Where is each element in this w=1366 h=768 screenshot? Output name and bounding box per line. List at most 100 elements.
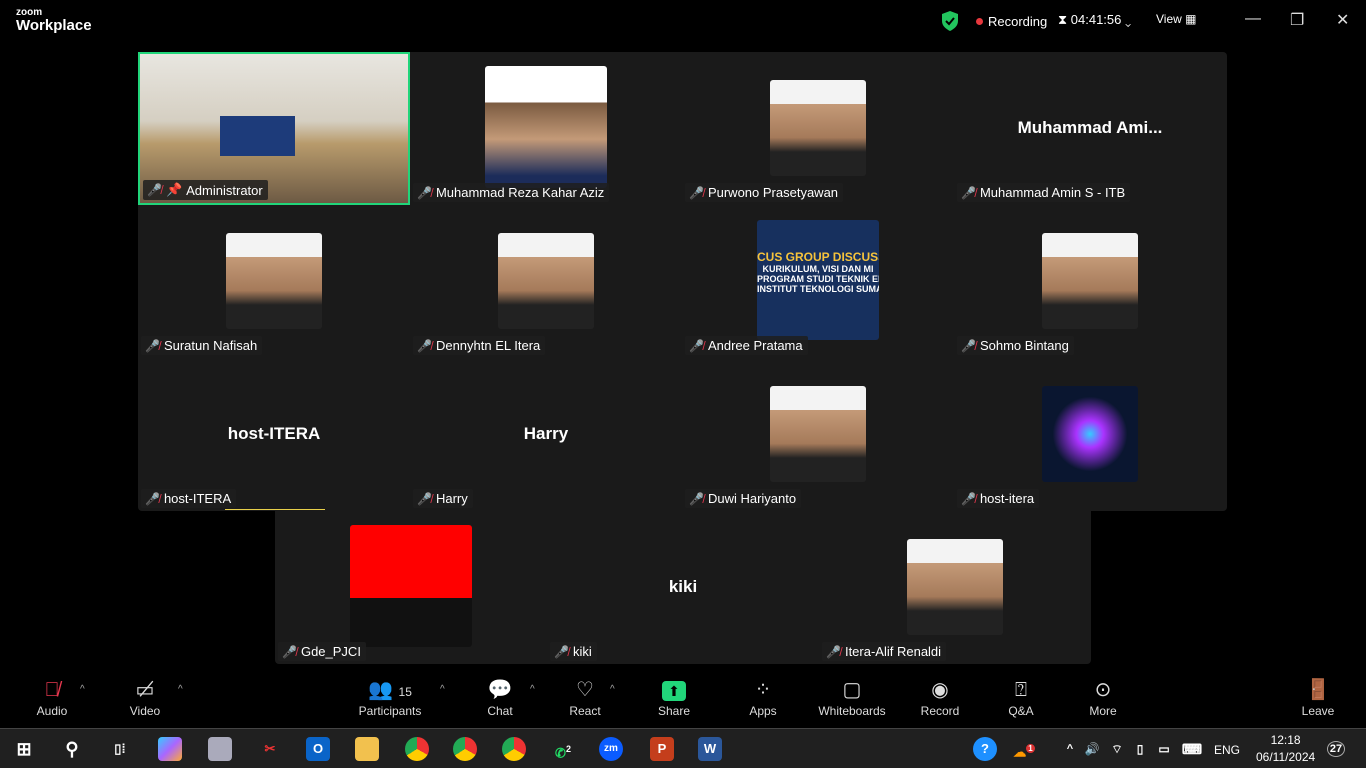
name-label: 🎤̸ Harry <box>413 489 473 508</box>
hourglass-icon: ⧗ <box>1058 12 1068 27</box>
name-label: 🎤̸ Purwono Prasetyawan <box>685 183 844 202</box>
participant-tile[interactable]: 🎤̸ host-itera <box>954 358 1226 511</box>
participant-tile[interactable]: 🎤̸ Muhammad Reza Kahar Aziz <box>410 52 682 205</box>
participant-name: kiki <box>572 644 592 659</box>
encryption-shield-icon[interactable] <box>941 11 959 31</box>
title-bar: zoom Workplace Recording ⧗ 04:41:56 ⌄ Vie… <box>0 0 1366 44</box>
task-view-icon[interactable]: ▯⁞ <box>108 737 132 761</box>
participant-tile[interactable]: 🎤̸ Dennyhtn EL Itera <box>410 205 682 358</box>
participant-tile[interactable]: 🎤̸ Sohmo Bintang <box>954 205 1226 358</box>
battery-icon[interactable]: ▭ <box>1152 737 1176 761</box>
camera-icon[interactable]: ▯ <box>1128 737 1152 761</box>
powerpoint-icon[interactable]: P <box>650 737 674 761</box>
name-label: 🎤̸ host-itera <box>957 489 1040 508</box>
notifications-icon[interactable]: 27 <box>1324 737 1348 761</box>
gallery-grid-row-2: 🎤̸ Gde_PJCI kiki 🎤̸ kiki 🎤̸ Itera-Alif Renaldi <box>275 511 1091 664</box>
video-button[interactable]: ▭̸ Video <box>130 678 160 718</box>
apps-button[interactable]: ⁘ Apps <box>749 678 776 718</box>
record-icon: ◉ <box>931 679 949 701</box>
participant-tile[interactable]: 🎤̸ Itera-Alif Renaldi <box>819 511 1091 664</box>
poster-text: KURIKULUM, VISI DAN MI <box>762 264 874 274</box>
chat-options-caret[interactable]: ^ <box>530 684 535 695</box>
profile-picture <box>907 539 1003 635</box>
chrome-profile-1-icon[interactable] <box>405 737 429 761</box>
participant-tile[interactable]: Muhammad Ami... 🎤̸ Muhammad Amin S - ITB <box>954 52 1226 205</box>
participant-tile[interactable]: host-ITERA 🎤̸ host-ITERA <box>138 358 410 511</box>
muted-microphone-icon: 🎤̸ <box>147 183 162 197</box>
leave-door-icon: 🚪 <box>1305 679 1331 701</box>
participant-name: Gde_PJCI <box>300 644 361 659</box>
windows-start-icon[interactable]: ⊞ <box>12 737 36 761</box>
participant-name: Sohmo Bintang <box>979 338 1069 353</box>
participant-tile[interactable]: 🎤̸ Gde_PJCI <box>275 511 547 664</box>
audio-options-caret[interactable]: ^ <box>80 684 85 695</box>
whatsapp-icon[interactable]: ✆2 <box>551 737 575 761</box>
participant-tile[interactable]: CUS GROUP DISCUSS KURIKULUM, VISI DAN MI P… <box>682 205 954 358</box>
tray-chevron-icon[interactable]: ^ <box>1058 737 1082 761</box>
profile-picture: CUS GROUP DISCUSS KURIKULUM, VISI DAN MI P… <box>757 220 879 340</box>
name-label: 🎤̸ Suratun Nafisah <box>141 336 263 355</box>
copilot-icon[interactable] <box>158 737 182 761</box>
outlook-icon[interactable]: O <box>306 737 330 761</box>
gallery-grid: 🎤̸ 📌 Administrator 🎤̸ Muhammad Reza Kahar Az… <box>138 52 1227 511</box>
share-button[interactable]: ⬆ Share <box>658 678 690 718</box>
close-button[interactable]: ✕ <box>1336 10 1349 30</box>
chat-button[interactable]: 💬 Chat <box>487 678 512 718</box>
participants-options-caret[interactable]: ^ <box>440 684 445 695</box>
participant-tile[interactable]: 🎤̸ Purwono Prasetyawan <box>682 52 954 205</box>
performance-monitor-icon[interactable] <box>208 737 232 761</box>
chrome-profile-2-icon[interactable] <box>453 737 477 761</box>
participant-name: host-ITERA <box>163 491 232 506</box>
word-icon[interactable]: W <box>698 737 722 761</box>
view-button[interactable]: View ▦ <box>1156 12 1196 26</box>
whiteboards-button[interactable]: ▢ Whiteboards <box>818 678 885 718</box>
name-label: 🎤̸ Duwi Hariyanto <box>685 489 802 508</box>
profile-picture <box>770 386 866 482</box>
speaker-icon[interactable]: 🔊 <box>1080 737 1104 761</box>
chevron-down-icon: ⌄ <box>1125 12 1132 27</box>
audio-button[interactable]: 🎙̸ Audio <box>37 678 68 718</box>
participant-name: Andree Pratama <box>707 338 803 353</box>
participants-button[interactable]: 👥 15 Participants <box>359 678 422 718</box>
more-button[interactable]: ⊙ More <box>1089 678 1116 718</box>
participant-tile[interactable]: 🎤̸ Duwi Hariyanto <box>682 358 954 511</box>
participant-name: Muhammad Reza Kahar Aziz <box>435 185 605 200</box>
participant-name: Harry <box>435 491 468 506</box>
profile-picture <box>350 525 472 647</box>
chrome-profile-3-icon[interactable] <box>502 737 526 761</box>
react-button[interactable]: ♡ React <box>569 678 600 718</box>
language-indicator[interactable]: ENG <box>1212 738 1242 762</box>
file-explorer-icon[interactable] <box>355 737 379 761</box>
participant-tile[interactable]: 🎤̸ Suratun Nafisah <box>138 205 410 358</box>
apps-icon: ⁘ <box>754 679 772 701</box>
snipping-tool-icon[interactable]: ✂ <box>258 737 282 761</box>
qa-button[interactable]: ⍰ Q&A <box>1008 678 1033 718</box>
leave-button[interactable]: 🚪 Leave <box>1302 678 1335 718</box>
participant-name: Administrator <box>186 182 263 198</box>
participant-name: Muhammad Amin S - ITB <box>979 185 1126 200</box>
wifi-icon[interactable]: ⌔ <box>1105 737 1129 761</box>
poster-text: INSTITUT TEKNOLOGI SUMATERA <box>757 284 879 294</box>
zoom-taskbar-icon[interactable]: zm <box>599 737 623 761</box>
poster-text: CUS GROUP DISCUSS <box>757 250 879 264</box>
react-options-caret[interactable]: ^ <box>610 684 615 695</box>
help-icon[interactable]: ? <box>973 737 997 761</box>
name-label: 🎤̸ Muhammad Reza Kahar Aziz <box>413 183 610 202</box>
record-button[interactable]: ◉ Record <box>921 678 960 718</box>
participant-tile[interactable]: Harry 🎤̸ Harry <box>410 358 682 511</box>
weather-icon[interactable]: ☁ 1 <box>1012 737 1036 761</box>
participant-tile[interactable]: 🎤̸ 📌 Administrator <box>138 52 410 205</box>
minimize-button[interactable]: — <box>1245 10 1261 28</box>
video-options-caret[interactable]: ^ <box>178 684 183 695</box>
name-label: 🎤̸ Muhammad Amin S - ITB <box>957 183 1131 202</box>
clock[interactable]: 12:18 06/11/2024 <box>1256 732 1315 766</box>
recording-indicator[interactable]: Recording <box>976 14 1047 29</box>
participant-tile[interactable]: kiki 🎤̸ kiki <box>547 511 819 664</box>
meeting-timer[interactable]: ⧗ 04:41:56 ⌄ <box>1058 12 1131 28</box>
divider <box>225 509 325 510</box>
keyboard-icon[interactable]: ⌨ <box>1180 737 1204 761</box>
profile-picture <box>1042 386 1138 482</box>
search-icon[interactable]: ⚲ <box>60 737 84 761</box>
muted-microphone-icon: 🎤̸ <box>417 491 432 506</box>
restore-button[interactable]: ❐ <box>1290 10 1304 30</box>
